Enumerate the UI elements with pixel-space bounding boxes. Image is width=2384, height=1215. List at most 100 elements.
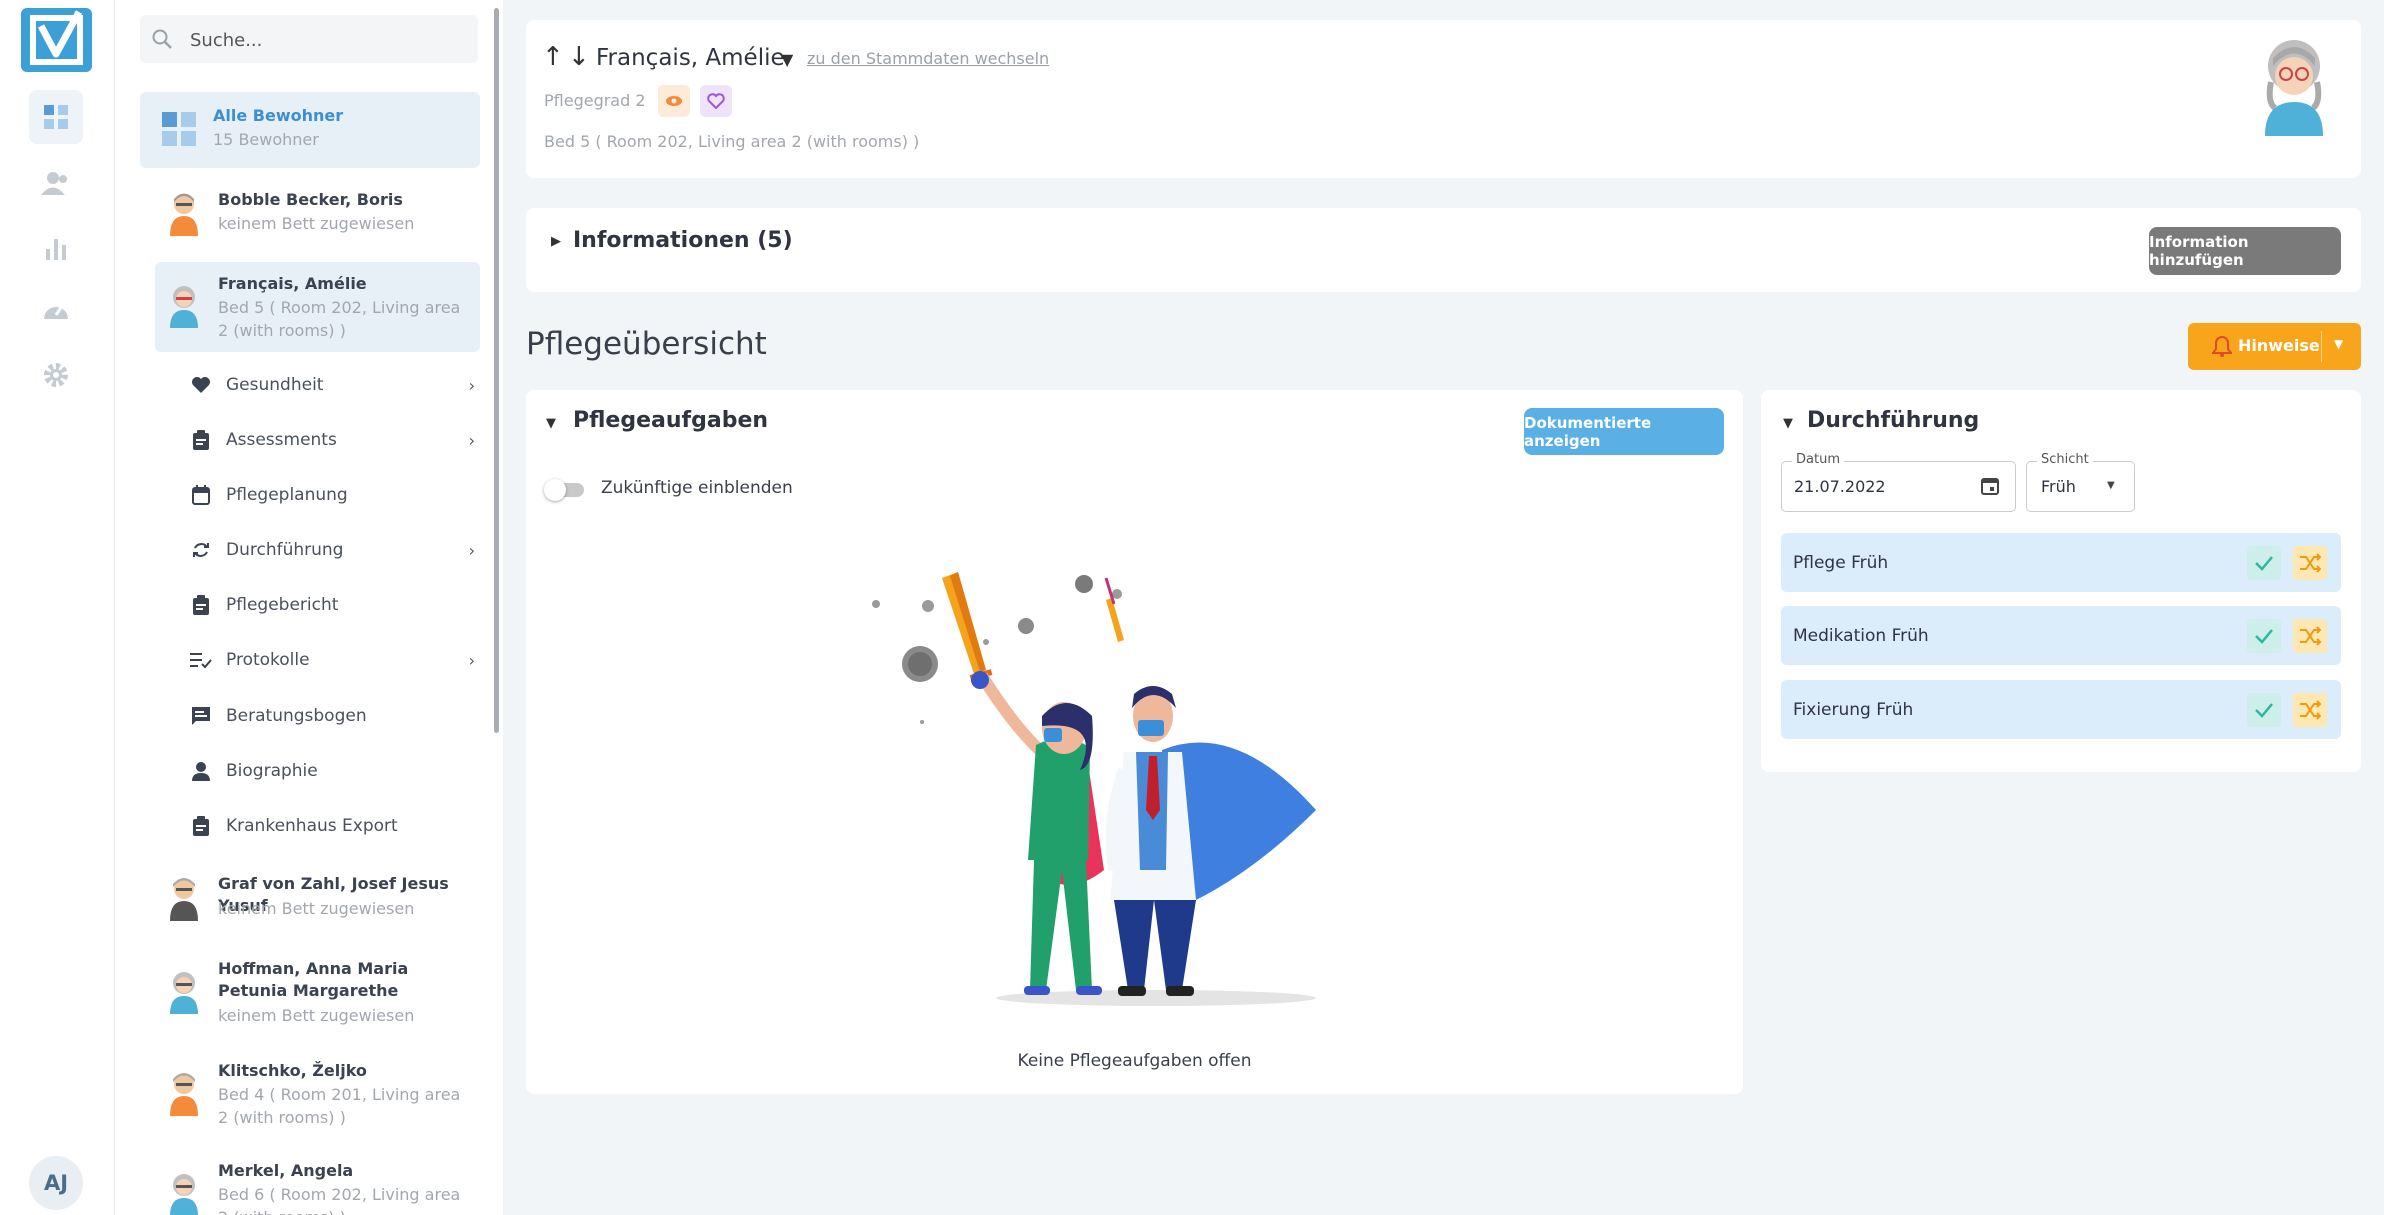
- resident-name: Français, Amélie: [218, 274, 367, 293]
- calendar-icon[interactable]: [1980, 476, 2000, 496]
- menu-item-beratungsbogen[interactable]: Beratungsbogen: [190, 696, 475, 736]
- checkmark-icon[interactable]: [2247, 545, 2281, 580]
- add-information-button[interactable]: Information hinzufügen: [2149, 227, 2341, 275]
- caret-down-icon[interactable]: ▼: [546, 416, 556, 431]
- menu-item-label: Biographie: [226, 761, 318, 781]
- heart-icon: [190, 374, 212, 396]
- caret-down-icon[interactable]: ▼: [1783, 416, 1793, 431]
- dashboard-icon[interactable]: [29, 90, 83, 144]
- gear-icon[interactable]: [29, 348, 83, 402]
- future-toggle[interactable]: [544, 479, 586, 501]
- checklist-icon: [190, 649, 212, 671]
- resident-name: Klitschko, Željko: [218, 1061, 367, 1080]
- menu-item-assessments[interactable]: Assessments ›: [190, 420, 475, 460]
- resident-item[interactable]: Graf von Zahl, Josef Jesus Yusuf keinem …: [155, 873, 480, 935]
- execution-title: Durchführung: [1807, 408, 1980, 433]
- resident-item[interactable]: Bobble Becker, Boris keinem Bett zugewie…: [155, 186, 480, 248]
- resident-bed: keinem Bett zugewiesen: [218, 899, 415, 918]
- shift-select[interactable]: Schicht Früh ▼: [2026, 452, 2135, 512]
- sort-down-icon[interactable]: ↓: [568, 42, 590, 72]
- menu-item-label: Gesundheit: [226, 375, 324, 395]
- page-title: Pflegeübersicht: [526, 326, 767, 362]
- chevron-right-icon: ›: [468, 540, 475, 560]
- date-field[interactable]: Datum 21.07.2022: [1781, 452, 2016, 512]
- user-avatar[interactable]: AJ: [29, 1156, 83, 1210]
- bell-icon: [2212, 336, 2232, 357]
- resident-item-selected[interactable]: Français, Amélie Bed 5 ( Room 202, Livin…: [155, 262, 480, 352]
- info-title[interactable]: Informationen (5): [573, 228, 793, 253]
- shuffle-icon[interactable]: [2293, 545, 2327, 580]
- speedometer-icon[interactable]: [29, 283, 83, 337]
- menu-item-biographie[interactable]: Biographie: [190, 751, 475, 791]
- execution-row-label: Pflege Früh: [1793, 552, 1889, 573]
- future-toggle-label: Zukünftige einblenden: [601, 478, 793, 498]
- menu-item-protokolle[interactable]: Protokolle ›: [190, 640, 475, 680]
- menu-item-durchfuehrung[interactable]: Durchführung ›: [190, 530, 475, 570]
- menu-item-label: Assessments: [226, 430, 337, 450]
- hints-button-label: Hinweise: [2238, 336, 2320, 355]
- chevron-right-icon: ›: [468, 375, 475, 395]
- resident-header-card: ↑ ↓ Français, Amélie ▼ zu den Stammdaten…: [526, 20, 2361, 178]
- master-data-link[interactable]: zu den Stammdaten wechseln: [807, 49, 1049, 68]
- menu-item-krankenhaus-export[interactable]: Krankenhaus Export: [190, 806, 475, 846]
- search-input[interactable]: [188, 15, 472, 65]
- menu-item-label: Durchführung: [226, 540, 344, 560]
- resident-item[interactable]: Merkel, Angela Bed 6 ( Room 202, Living …: [155, 1158, 480, 1215]
- execution-row[interactable]: Medikation Früh: [1781, 606, 2341, 665]
- empty-state-text: Keine Pflegeaufgaben offen: [1017, 1051, 1252, 1071]
- avatar: [170, 193, 198, 236]
- menu-item-gesundheit[interactable]: Gesundheit ›: [190, 365, 475, 405]
- execution-row[interactable]: Pflege Früh: [1781, 533, 2341, 592]
- resident-bed: Bed 4 ( Room 201, Living area 2 (with ro…: [218, 1085, 461, 1127]
- all-residents-title: Alle Bewohner: [213, 106, 344, 125]
- sidebar-scrollbar[interactable]: [494, 8, 499, 733]
- menu-item-pflegebericht[interactable]: Pflegebericht: [190, 585, 475, 625]
- resident-name: Merkel, Angela: [218, 1161, 354, 1180]
- all-residents-item[interactable]: Alle Bewohner 15 Bewohner: [140, 92, 480, 168]
- person-icon: [190, 760, 212, 782]
- avatar: [170, 1073, 198, 1116]
- tasks-card: ▼ Pflegeaufgaben Dokumentierte anzeigen …: [526, 390, 1743, 1094]
- chevron-down-icon: ▼: [2107, 480, 2115, 491]
- resident-name: Bobble Becker, Boris: [218, 190, 403, 209]
- resident-bed: Bed 6 ( Room 202, Living area 2 (with ro…: [218, 1185, 461, 1215]
- show-documented-button[interactable]: Dokumentierte anzeigen: [1524, 408, 1724, 455]
- comment-icon: [190, 705, 212, 727]
- chevron-right-icon: ›: [468, 430, 475, 450]
- avatar: [2265, 40, 2323, 136]
- calendar-icon: [190, 484, 212, 506]
- checkmark-icon[interactable]: [2247, 692, 2281, 727]
- menu-item-label: Krankenhaus Export: [226, 816, 398, 836]
- caret-right-icon[interactable]: ▶: [551, 234, 561, 249]
- hints-button[interactable]: Hinweise ▼: [2188, 323, 2361, 370]
- users-icon[interactable]: [29, 156, 83, 210]
- menu-item-label: Protokolle: [226, 650, 310, 670]
- execution-row[interactable]: Fixierung Früh: [1781, 680, 2341, 739]
- shift-value: Früh: [2041, 477, 2076, 496]
- bar-chart-icon[interactable]: [29, 221, 83, 275]
- menu-item-label: Beratungsbogen: [226, 706, 367, 726]
- avatar: [170, 878, 198, 921]
- checkmark-icon[interactable]: [2247, 618, 2281, 653]
- chevron-down-icon[interactable]: ▼: [2334, 337, 2343, 351]
- dropdown-icon[interactable]: ▼: [781, 50, 793, 69]
- avatar: [170, 1174, 198, 1215]
- menu-item-pflegeplanung[interactable]: Pflegeplanung: [190, 475, 475, 515]
- resident-item[interactable]: Hoffman, Anna Maria Petunia Margarethe k…: [155, 956, 480, 1036]
- eye-icon: [658, 85, 690, 117]
- resident-title: Français, Amélie: [596, 45, 785, 71]
- search-icon: [152, 29, 172, 49]
- clipboard-icon: [190, 815, 212, 837]
- grid-icon: [162, 112, 196, 146]
- menu-item-label: Pflegeplanung: [226, 485, 348, 505]
- clipboard-icon: [190, 429, 212, 451]
- resident-bed: Bed 5 ( Room 202, Living area 2 (with ro…: [218, 298, 461, 340]
- resident-item[interactable]: Klitschko, Željko Bed 4 ( Room 201, Livi…: [155, 1058, 480, 1138]
- app-logo[interactable]: [21, 8, 92, 72]
- shuffle-icon[interactable]: [2293, 692, 2327, 727]
- shuffle-icon[interactable]: [2293, 618, 2327, 653]
- resident-name: Hoffman, Anna Maria Petunia Margarethe: [218, 959, 409, 1000]
- tasks-title: Pflegeaufgaben: [573, 408, 769, 433]
- sort-up-icon[interactable]: ↑: [542, 42, 564, 72]
- all-residents-count: 15 Bewohner: [213, 130, 319, 149]
